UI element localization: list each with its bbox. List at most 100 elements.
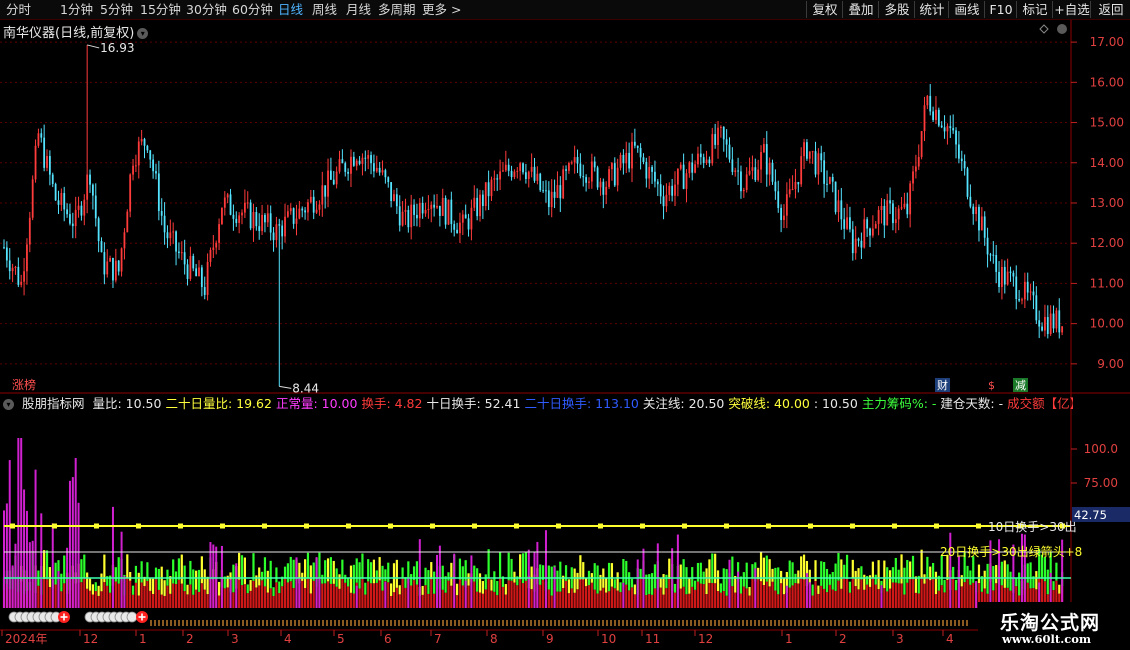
candle-body [246,202,249,204]
volume-bar-red [828,584,831,608]
volume-bar-mid [622,558,625,587]
candle-body [811,151,814,153]
volume-bar-mid [739,576,743,594]
band-stripe [498,620,500,626]
volume-bar-mid [447,572,450,581]
volume-bar-red [301,580,304,608]
candle-body [330,170,332,180]
volume-bar-mid [579,555,582,580]
candle-body [470,207,473,230]
volume-bar-mid [455,583,459,596]
volume-bar-red [134,582,138,608]
tag-dollar: $ [988,379,995,392]
volume-bar-mid [524,552,527,581]
band-stripe [210,620,212,626]
volume-bar-mid [1052,581,1055,591]
band-stripe [238,620,240,626]
candle-body [166,232,169,239]
volume-bar-mid [863,574,866,590]
candle-body [826,183,828,185]
band-stripe [542,620,544,626]
indicator-field-0: 量比: 10.50 [92,396,162,411]
volume-bar-mid [338,574,341,589]
indicator-header: ▾ 股朋指标网 量比: 10.50 二十日量比: 19.62 正常量: 10.00 换… [3,396,1073,412]
volume-bar-red [510,580,513,608]
logo-url: www.60lt.com [1002,632,1092,646]
volume-bar-red [447,580,450,608]
volume-bar-red [240,585,244,608]
candle-body [760,152,762,170]
volume-bar-mid [759,552,763,582]
volume-bar-red [519,579,522,608]
candle-body [390,182,393,202]
band-stripe [390,620,392,626]
candle-body [1018,299,1021,301]
candle-body [903,203,906,208]
volume-spike [975,581,978,608]
volume-bar-mid [461,566,464,586]
volume-bar-mid [240,555,244,586]
volume-bar-mid [662,574,665,595]
volume-bar-mid [283,566,287,579]
candle-body [140,138,143,142]
volume-bar-mid [539,564,542,585]
candle-body [806,142,808,159]
candle-body [737,170,739,172]
band-stripe [886,620,888,626]
volume-bar-red [886,591,889,608]
volume-bar-mid [192,569,195,595]
volume-bar-red [289,581,292,608]
time-label: 10 [601,632,616,646]
candle-body [539,173,542,191]
time-label: 12 [83,632,98,646]
volume-bar-red [424,585,427,608]
candle-body [820,153,823,161]
candle-body [97,218,100,242]
candle-body [831,177,834,182]
volume-bar-red [937,590,940,608]
indicator-name[interactable]: 股朋指标网 [22,396,85,411]
candle-body [89,174,91,185]
band-stripe [794,620,796,626]
candle-body [126,211,129,233]
band-stripe [414,620,416,626]
volume-bar-red [811,595,814,608]
volume-spike [235,563,238,608]
volume-bar-red [705,594,708,608]
volume-bar-mid [275,567,278,583]
candle-body [436,205,438,208]
volume-bar-mid [771,568,774,582]
volume-bar-red [633,594,636,608]
volume-bar-red [777,594,780,608]
volume-bar-red [392,592,396,608]
time-label: 2024年 [5,632,48,646]
candle-body [983,216,986,238]
volume-bar-red [258,585,261,608]
candle-body [183,252,186,265]
volume-bar-mid [705,568,708,595]
indicator-menu-icon[interactable]: ▾ [3,399,14,410]
volume-bar-red [719,592,722,608]
candle-body [668,185,671,195]
volume-bar-mid [140,561,143,583]
band-stripe [670,620,672,626]
candle-body [633,141,636,146]
volume-bar-red [590,582,593,608]
volume-bar-red [364,594,367,608]
volume-bar-mid [217,581,221,596]
candle-body [135,165,137,167]
volume-bar-red [504,594,507,608]
candle-body [639,147,642,158]
volume-bar-mid [797,570,800,584]
volume-bar-mid [369,562,373,584]
candle-body [1061,326,1064,333]
volume-spike [23,489,26,608]
volume-bar-mid [263,557,267,587]
band-stripe [202,620,204,626]
volume-bar-mid [45,550,49,580]
volume-bar-mid [934,571,938,595]
candle-body [424,209,427,214]
candle-body [206,261,209,295]
candle-body [986,237,989,255]
candle-body [593,161,596,168]
